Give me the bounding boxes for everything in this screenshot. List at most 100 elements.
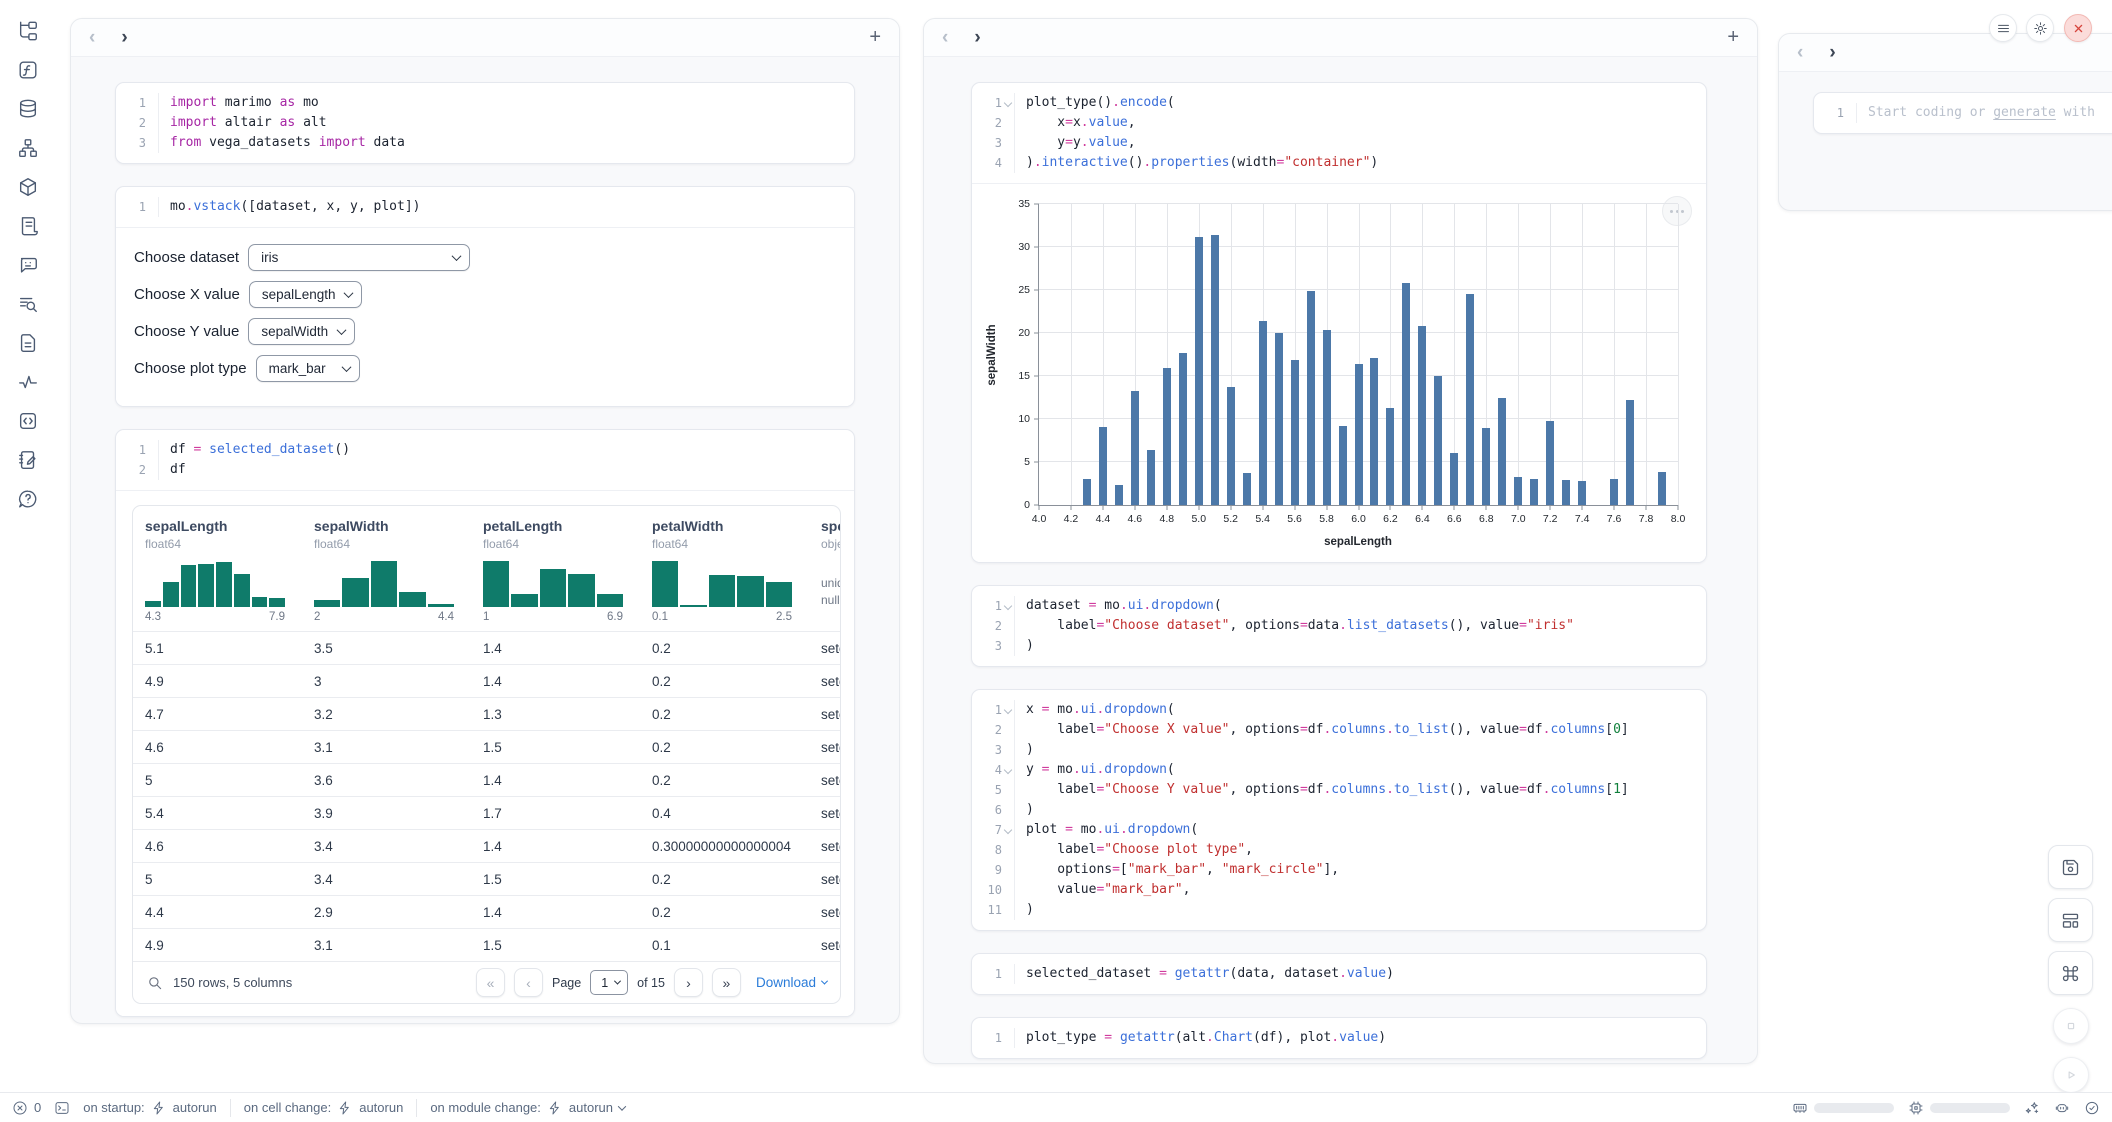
code-editor[interactable]: 1import marimo as mo2import altair as al… (116, 83, 854, 163)
table-row: 53.61.40.2setosa (133, 763, 840, 796)
ai-assist-button[interactable] (2024, 1100, 2040, 1116)
control-row: Choose X value sepalLength (134, 281, 836, 308)
save-button[interactable] (2048, 845, 2093, 889)
column-header[interactable]: petalWidthfloat640.12.5 (640, 518, 809, 623)
altair-chart[interactable]: sepalWidth 4.04.24.44.64.85.05.25.45.65.… (1038, 204, 1678, 506)
column-1-header: ‹ › + (71, 19, 899, 57)
column-header[interactable]: sepalWidthfloat6424.4 (302, 518, 471, 623)
terminal-icon (54, 1100, 70, 1116)
first-page-button[interactable]: « (476, 968, 505, 997)
add-cell-button[interactable]: + (1727, 26, 1739, 49)
table-row: 5.43.91.70.4setosa (133, 796, 840, 829)
errors-indicator[interactable]: 0 (12, 1100, 41, 1116)
settings-button[interactable] (2026, 14, 2054, 42)
search-icon[interactable] (146, 974, 164, 992)
menu-button[interactable] (1989, 14, 2017, 42)
column-header[interactable]: sepalLengthfloat644.37.9 (133, 518, 302, 623)
status-bar: 0 on startup: autorun on cell change: au… (0, 1092, 2112, 1122)
line-number: 4 (972, 760, 1002, 780)
fold-chevron-icon[interactable] (1002, 596, 1014, 616)
sparkles-icon (2024, 1100, 2040, 1116)
prev-page-button[interactable]: ‹ (514, 968, 543, 997)
column-2-header: ‹ › + (924, 19, 1757, 57)
x-value-select[interactable]: sepalLength (249, 281, 363, 308)
notebook-column-2: ‹ › + 1plot_type().encode(2 x=x.value,3 … (923, 18, 1758, 1064)
dataset-select[interactable]: iris (248, 244, 470, 271)
on-cell-change-setting[interactable]: on cell change: autorun (244, 1100, 404, 1116)
script-icon[interactable] (15, 213, 41, 239)
code-editor[interactable]: 1 Start coding or generate with (1814, 93, 2112, 133)
terminal-button[interactable] (54, 1100, 70, 1116)
scratchpad-icon[interactable] (15, 447, 41, 473)
database-icon[interactable] (15, 96, 41, 122)
download-button[interactable]: Download (756, 975, 827, 990)
column-back-button[interactable]: ‹ (1797, 43, 1803, 62)
control-label: Choose X value (134, 286, 240, 303)
column-back-button[interactable]: ‹ (942, 28, 948, 47)
fold-chevron-icon[interactable] (1002, 820, 1014, 840)
code-line: label="Choose dataset", options=data.lis… (1014, 616, 1694, 636)
fold-chevron-icon[interactable] (1002, 760, 1014, 780)
code-editor[interactable]: 1mo.vstack([dataset, x, y, plot]) (116, 187, 854, 227)
on-module-change-setting[interactable]: on module change: autorun (430, 1100, 625, 1116)
help-icon[interactable] (15, 486, 41, 512)
add-cell-button[interactable]: + (869, 26, 881, 49)
code-line: y=y.value, (1014, 133, 1694, 153)
code-editor[interactable]: 1plot_type().encode(2 x=x.value,3 y=y.va… (972, 83, 1706, 183)
chart-bar (1227, 387, 1235, 505)
chart-bar (1099, 427, 1107, 505)
row-count-summary: 150 rows, 5 columns (173, 975, 292, 990)
cell-empty: 1 Start coding or generate with (1813, 92, 2112, 134)
sitemap-icon[interactable] (15, 135, 41, 161)
next-page-button[interactable]: › (674, 968, 703, 997)
chat-bot-icon[interactable] (15, 252, 41, 278)
fold-chevron-icon[interactable] (1002, 93, 1014, 113)
snippets-icon[interactable] (15, 408, 41, 434)
kernel-status-button[interactable] (2084, 1100, 2100, 1116)
file-tree-icon[interactable] (15, 18, 41, 44)
stop-button[interactable] (2053, 1008, 2089, 1044)
function-icon[interactable] (15, 57, 41, 83)
code-line: df (158, 460, 842, 480)
fold-chevron-icon[interactable] (1002, 700, 1014, 720)
y-value-select[interactable]: sepalWidth (248, 318, 355, 345)
layout-button[interactable] (2048, 898, 2093, 942)
plot-type-select[interactable]: mark_bar (256, 355, 360, 382)
code-editor[interactable]: 1x = mo.ui.dropdown(2 label="Choose X va… (972, 690, 1706, 930)
list-search-icon[interactable] (15, 291, 41, 317)
document-icon[interactable] (15, 330, 41, 356)
code-editor[interactable]: 1plot_type = getattr(alt.Chart(df), plot… (972, 1018, 1706, 1058)
table-row: 4.93.11.50.1setosa (133, 928, 840, 961)
on-startup-setting[interactable]: on startup: autorun (83, 1100, 217, 1116)
chart-bar (1355, 364, 1363, 505)
copilot-button[interactable] (2054, 1100, 2070, 1116)
column-back-button[interactable]: ‹ (89, 28, 95, 47)
circle-x-icon (12, 1100, 28, 1116)
activity-icon[interactable] (15, 369, 41, 395)
code-line: from vega_datasets import data (158, 133, 842, 153)
column-forward-button[interactable]: › (974, 28, 980, 47)
column-header[interactable]: petalLengthfloat6416.9 (471, 518, 640, 623)
code-editor[interactable]: 1df = selected_dataset()2df (116, 430, 854, 490)
run-button[interactable] (2053, 1057, 2089, 1093)
last-page-button[interactable]: » (712, 968, 741, 997)
column-histogram (145, 561, 285, 607)
chart-bar (1402, 283, 1410, 505)
package-icon[interactable] (15, 174, 41, 200)
generate-with-ai-link[interactable]: generate (1993, 105, 2056, 120)
line-number: 8 (972, 840, 1002, 860)
table-body: 5.13.51.40.2setosa4.931.40.2setosa4.73.2… (133, 631, 840, 961)
code-editor[interactable]: 1selected_dataset = getattr(data, datase… (972, 954, 1706, 994)
column-header[interactable]: speciesobjectunique:nulls: (809, 518, 841, 623)
table-row: 4.63.41.40.30000000000000004setosa (133, 829, 840, 862)
code-editor[interactable]: 1dataset = mo.ui.dropdown(2 label="Choos… (972, 586, 1706, 666)
error-count: 0 (34, 1100, 41, 1115)
close-button[interactable] (2064, 14, 2092, 42)
page-number-select[interactable]: 1 (590, 970, 628, 995)
chart-bar (1147, 450, 1155, 505)
keyboard-shortcuts-button[interactable] (2048, 951, 2093, 995)
column-forward-button[interactable]: › (1829, 43, 1835, 62)
line-number: 2 (972, 720, 1002, 740)
column-forward-button[interactable]: › (121, 28, 127, 47)
line-number: 3 (972, 740, 1002, 760)
